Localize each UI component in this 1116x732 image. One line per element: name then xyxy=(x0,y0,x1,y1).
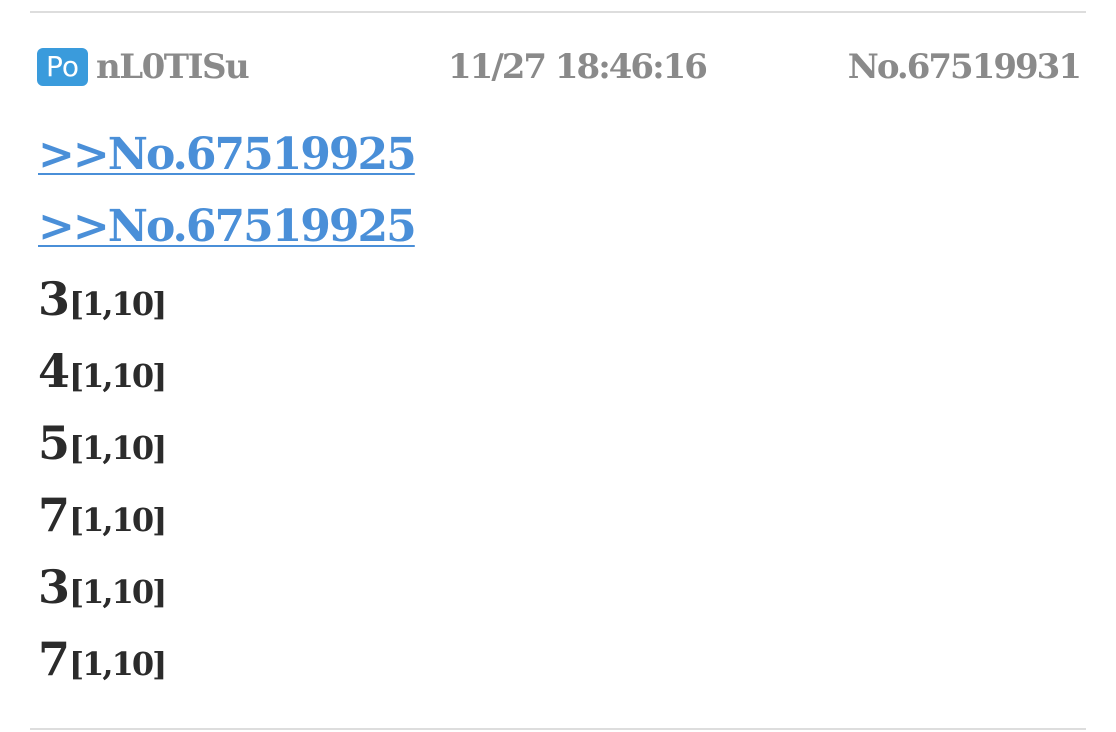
bottom-divider xyxy=(30,728,1086,730)
dice-value: 5 xyxy=(38,416,70,470)
dice-roll-line: 3[1,10] xyxy=(38,270,1078,342)
dice-value: 4 xyxy=(38,344,70,398)
dice-roll-line: 4[1,10] xyxy=(38,342,1078,414)
dice-range: [1,10] xyxy=(69,285,167,323)
dice-range: [1,10] xyxy=(69,573,167,611)
dice-range: [1,10] xyxy=(69,501,167,539)
top-divider xyxy=(30,11,1086,13)
author-id[interactable]: nL0TISu xyxy=(96,45,250,89)
dice-roll-line: 3[1,10] xyxy=(38,558,1078,630)
post-timestamp: 11/27 18:46:16 xyxy=(448,47,708,87)
dice-range: [1,10] xyxy=(69,357,167,395)
dice-value: 7 xyxy=(38,488,70,542)
reply-link[interactable]: >>No.67519925 xyxy=(38,126,1078,198)
dice-range: [1,10] xyxy=(69,429,167,467)
post-number[interactable]: No.67519931 xyxy=(848,45,1082,89)
dice-value: 7 xyxy=(38,632,70,686)
dice-roll-line: 7[1,10] xyxy=(38,486,1078,558)
post-body: >>No.67519925 >>No.67519925 3[1,10] 4[1,… xyxy=(38,126,1078,702)
dice-value: 3 xyxy=(38,272,70,326)
dice-roll-line: 7[1,10] xyxy=(38,630,1078,702)
dice-roll-line: 5[1,10] xyxy=(38,414,1078,486)
dice-range: [1,10] xyxy=(69,645,167,683)
reply-link[interactable]: >>No.67519925 xyxy=(38,198,1078,270)
dice-value: 3 xyxy=(38,560,70,614)
post-header: Po nL0TISu 11/27 18:46:16 No.67519931 xyxy=(37,42,1082,90)
po-badge[interactable]: Po xyxy=(37,48,88,86)
